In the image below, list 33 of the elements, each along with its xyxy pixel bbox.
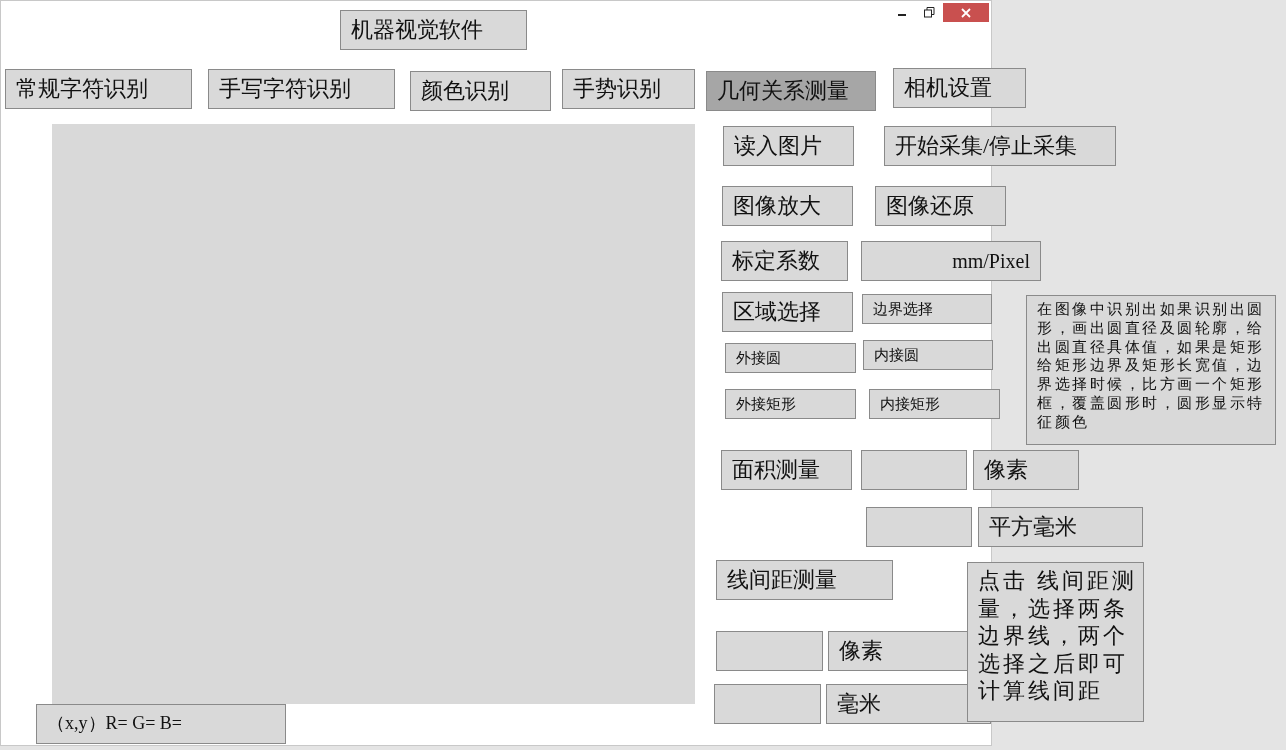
window-title: 机器视觉软件	[340, 10, 527, 50]
input-field[interactable]	[716, 631, 823, 671]
tab[interactable]: 几何关系测量	[706, 71, 876, 111]
unit-label: 像素	[828, 631, 968, 671]
unit-label: 像素	[973, 450, 1079, 490]
button[interactable]: 外接矩形	[725, 389, 856, 419]
note-text: 在图像中识别出如果识别出圆形，画出圆直径及圆轮廓，给出圆直径具体值，如果是矩形给矩形边界及矩形长宽值，边界选择时候，比方画一个矩形框，覆盖圆形时，圆形显示特征颜色	[1026, 295, 1276, 445]
tab[interactable]: 手写字符识别	[208, 69, 395, 109]
button[interactable]: 外接圆	[725, 343, 856, 373]
unit-label: mm/Pixel	[861, 241, 1041, 281]
button[interactable]: 边界选择	[862, 294, 992, 324]
button[interactable]: 线间距测量	[716, 560, 893, 600]
note-text: 点击 线间距测量，选择两条边界线，两个选择之后即可计算线间距	[967, 562, 1144, 722]
input-field[interactable]	[861, 450, 967, 490]
tab[interactable]: 颜色识别	[410, 71, 551, 111]
input-field[interactable]	[866, 507, 972, 547]
button[interactable]: 读入图片	[723, 126, 854, 166]
tab[interactable]: 常规字符识别	[5, 69, 192, 109]
button[interactable]: 内接圆	[863, 340, 993, 370]
close-button[interactable]	[943, 3, 989, 22]
button[interactable]: 区域选择	[722, 292, 853, 332]
close-icon	[961, 7, 971, 18]
pixel-info-label: （x,y）R= G= B=	[36, 704, 286, 744]
button[interactable]: 图像放大	[722, 186, 853, 226]
button[interactable]: 图像还原	[875, 186, 1006, 226]
button[interactable]: 面积测量	[721, 450, 852, 490]
tab[interactable]: 相机设置	[893, 68, 1026, 108]
button[interactable]: 标定系数	[721, 241, 848, 281]
button[interactable]: 内接矩形	[869, 389, 1000, 419]
tab[interactable]: 手势识别	[562, 69, 695, 109]
input-field[interactable]	[714, 684, 821, 724]
unit-label: 平方毫米	[978, 507, 1143, 547]
button[interactable]: 开始采集/停止采集	[884, 126, 1116, 166]
